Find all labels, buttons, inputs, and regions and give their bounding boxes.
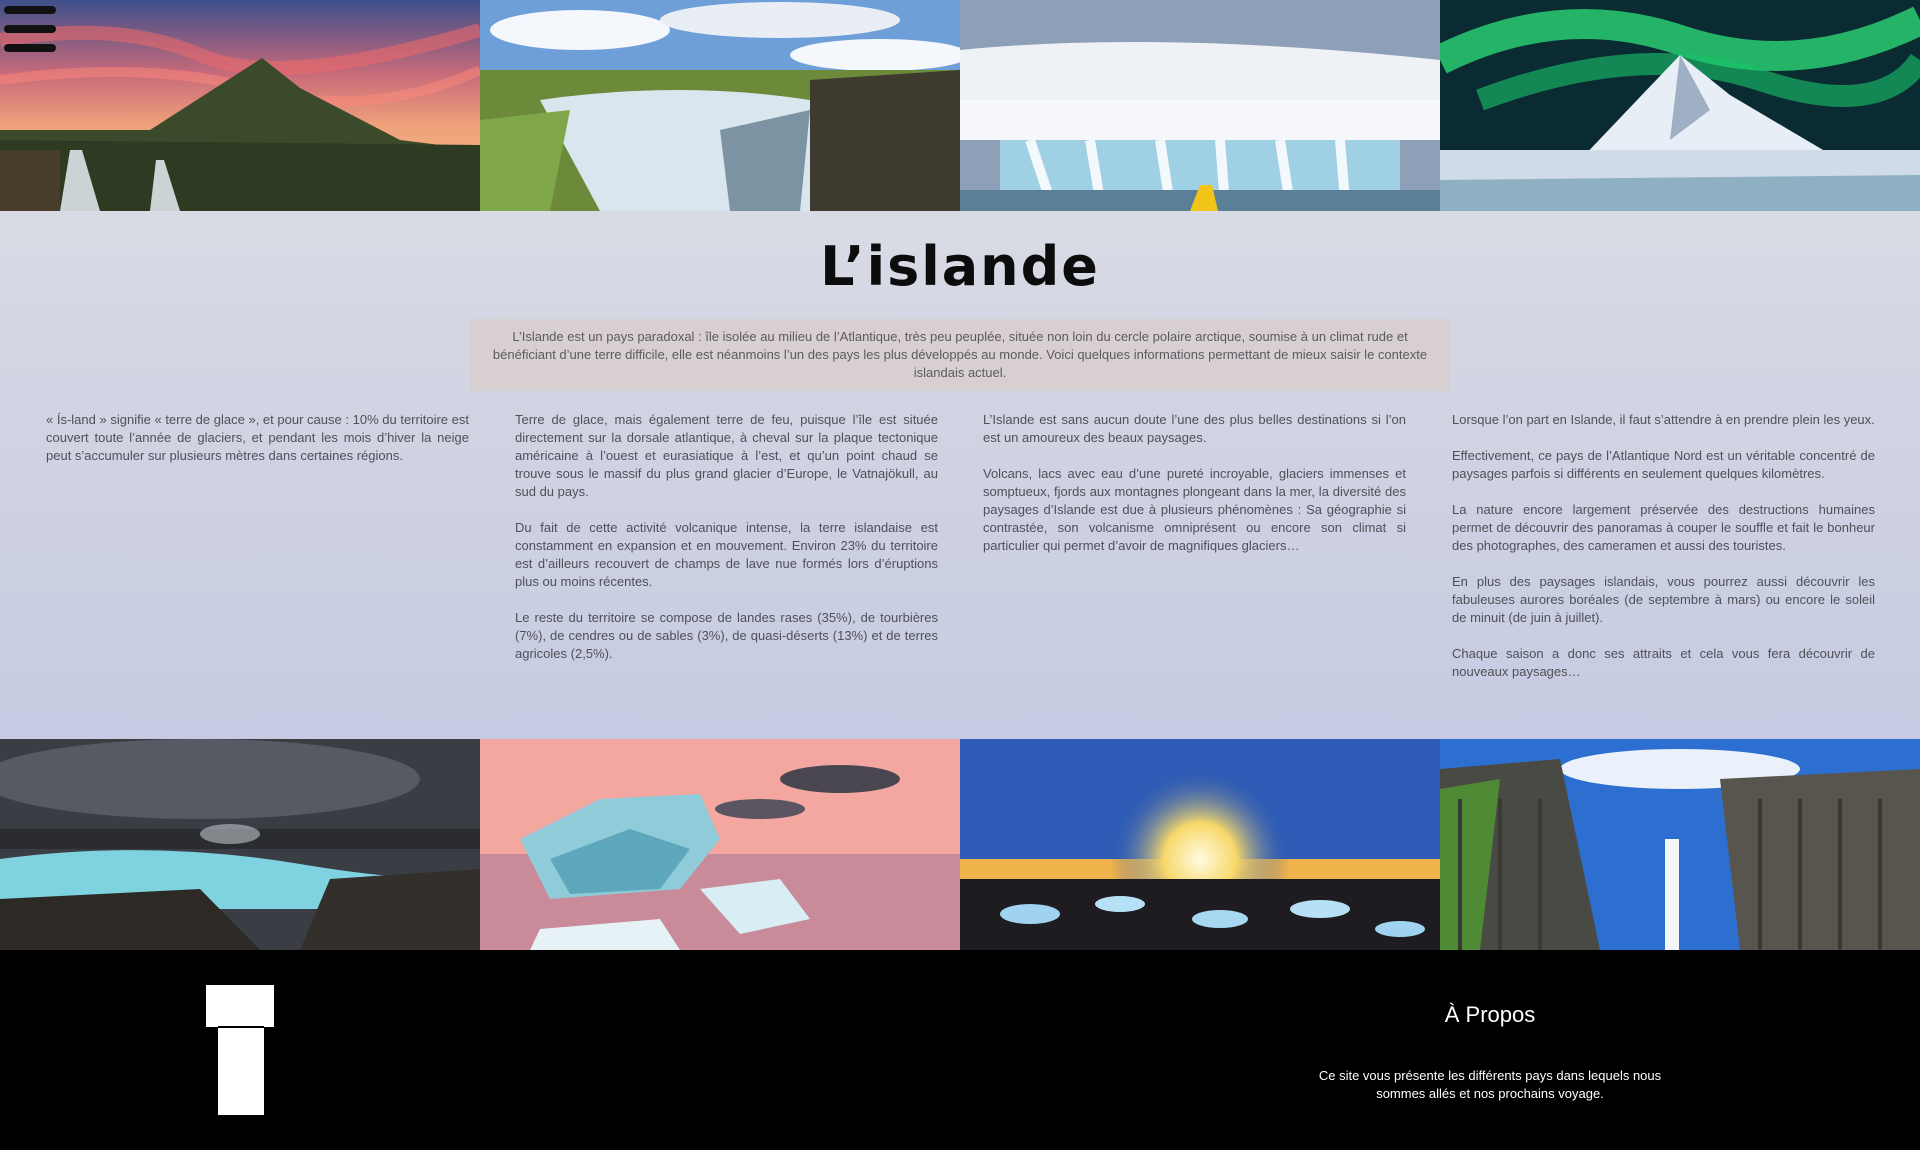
t-logo-icon[interactable] bbox=[206, 985, 274, 1115]
column-paragraph: Volcans, lacs avec eau d’une pureté incr… bbox=[983, 466, 1406, 553]
black-beach-sunrise-photo bbox=[960, 739, 1440, 950]
main-content: L’islande L’Islande est un pays paradoxa… bbox=[0, 211, 1920, 739]
hamburger-menu-icon[interactable] bbox=[4, 6, 56, 52]
column-paragraph: « Ís-land » signifie « terre de glace »,… bbox=[46, 412, 469, 463]
northern-lights-mountain-photo bbox=[1440, 0, 1920, 211]
column-paragraph: Lorsque l’on part en Islande, il faut s’… bbox=[1452, 412, 1875, 427]
basalt-waterfall-photo bbox=[1440, 739, 1920, 950]
column-paragraph: Chaque saison a donc ses attraits et cel… bbox=[1452, 646, 1875, 679]
column-paragraph: Terre de glace, mais également terre de … bbox=[515, 412, 938, 499]
column-paragraph: Effectivement, ce pays de l’Atlantique N… bbox=[1452, 448, 1875, 481]
column-paragraph: L’Islande est sans aucun doute l’une des… bbox=[983, 412, 1406, 445]
page-title: L’islande bbox=[820, 235, 1100, 298]
blue-lagoon-photo bbox=[0, 739, 480, 950]
intro-text: L’Islande est un pays paradoxal : île is… bbox=[470, 319, 1450, 391]
mountain-sunset-photo bbox=[0, 0, 480, 211]
column-paragraph: Le reste du territoire se compose de lan… bbox=[515, 610, 938, 661]
text-column-1: « Ís-land » signifie « terre de glace »,… bbox=[46, 411, 469, 465]
text-column-3: L’Islande est sans aucun doute l’une des… bbox=[983, 411, 1406, 555]
column-paragraph: En plus des paysages islandais, vous pou… bbox=[1452, 574, 1875, 625]
menu-bar bbox=[4, 44, 56, 52]
about-title: À Propos bbox=[1444, 1002, 1536, 1027]
column-paragraph: Du fait de cette activité volcanique int… bbox=[515, 520, 938, 589]
column-paragraph: La nature encore largement préservée des… bbox=[1452, 502, 1875, 553]
menu-bar bbox=[4, 6, 56, 14]
frozen-waterfall-photo bbox=[960, 0, 1440, 211]
bottom-photo-gallery bbox=[0, 739, 1920, 950]
text-column-2: Terre de glace, mais également terre de … bbox=[515, 411, 938, 663]
footer: À Propos Ce site vous présente les diffé… bbox=[0, 950, 1920, 1150]
iceberg-sunset-photo bbox=[480, 739, 960, 950]
about-text: Ce site vous présente les différents pay… bbox=[1318, 1068, 1662, 1101]
text-column-4: Lorsque l’on part en Islande, il faut s’… bbox=[1452, 411, 1875, 681]
menu-bar bbox=[4, 25, 56, 33]
waterfall-canyon-photo bbox=[480, 0, 960, 211]
top-photo-gallery bbox=[0, 0, 1920, 211]
